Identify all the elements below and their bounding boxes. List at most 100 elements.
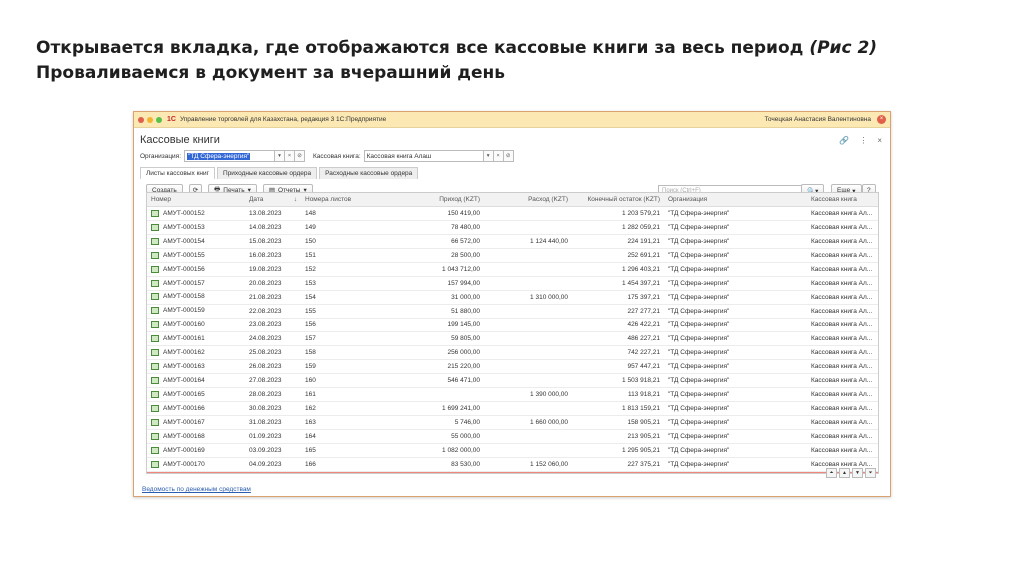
tab-incoming-orders[interactable]: Приходные кассовые ордера	[217, 167, 318, 179]
cell-value: 256 000,00	[447, 349, 480, 357]
table-cell: Кассовая книга Ал...	[807, 220, 878, 235]
table-cell	[484, 248, 572, 263]
maximize-dot-icon[interactable]	[156, 116, 162, 123]
cell-value: "ТД Сфера-энергия"	[668, 251, 730, 259]
table-row[interactable]: АМУТ-000157 20.08.2023 153 157 994,00 1 454 …	[147, 276, 878, 291]
table-cell	[484, 262, 572, 277]
org-clear-icon[interactable]: ×	[285, 150, 296, 162]
org-dropdown-icon[interactable]: ▾	[275, 150, 286, 162]
col-number[interactable]: Номер	[147, 193, 245, 207]
col-cash-book[interactable]: Кассовая книга	[807, 193, 878, 207]
table-row[interactable]: АМУТ-000156 19.08.2023 152 1 043 712,00 1 29…	[147, 262, 878, 277]
table-row[interactable]: АМУТ-000159 22.08.2023 155 51 880,00 227 277…	[147, 304, 878, 319]
table-cell: 24.08.2023	[245, 331, 301, 347]
table-cell: 151	[301, 248, 396, 263]
scroll-down-icon[interactable]: ▼	[852, 468, 863, 478]
scroll-top-icon[interactable]: ⏶	[826, 468, 837, 478]
table-row[interactable]: АМУТ-000168 01.09.2023 164 55 000,00 213 905…	[147, 429, 878, 444]
tabs-bar: Листы кассовых книг Приходные кассовые о…	[134, 167, 890, 179]
cell-value: 28 500,00	[451, 251, 480, 259]
table-pager: ⏶ ▲ ▼ ⏷	[826, 468, 876, 478]
table-cell: 150 419,00	[396, 206, 484, 221]
table-cell: Кассовая книга Ал...	[807, 345, 878, 361]
table-row[interactable]: АМУТ-000167 31.08.2023 163 5 746,00 1 660 00…	[147, 415, 878, 430]
form-title: Кассовые книги	[140, 134, 220, 146]
filters-row: Организация: "ТД Сфера-энергия" ▾ × ⊘ Кассо…	[134, 148, 890, 164]
table-row[interactable]: АМУТ-000164 27.08.2023 160 546 471,00 1 503 …	[147, 373, 878, 389]
cell-value: АМУТ-000153	[163, 224, 205, 232]
table-cell: 163	[301, 415, 396, 430]
book-field[interactable]: Кассовая книга Алаш	[363, 150, 484, 162]
document-icon	[151, 335, 159, 343]
table-cell: 162	[301, 401, 396, 417]
org-field[interactable]: "ТД Сфера-энергия"	[184, 150, 276, 162]
table-row[interactable]: АМУТ-000169 03.09.2023 165 1 082 000,00 1 29…	[147, 443, 878, 458]
tab-cash-book-sheets[interactable]: Листы кассовых книг	[140, 167, 216, 179]
table-row[interactable]: АМУТ-000154 15.08.2023 150 66 572,00 1 124 4…	[147, 234, 878, 249]
table-row[interactable]: АМУТ-000160 23.08.2023 156 199 145,00 426 42…	[147, 318, 878, 333]
tab-outgoing-orders[interactable]: Расходные кассовые ордера	[319, 167, 419, 179]
col-organization[interactable]: Организация	[664, 193, 807, 207]
more-icon[interactable]: ⋮	[859, 136, 867, 145]
table-cell: "ТД Сфера-энергия"	[664, 471, 807, 473]
slide-title: Открывается вкладка, где отображаются вс…	[36, 36, 877, 86]
cell-value: 28.08.2023	[249, 391, 282, 399]
book-label: Кассовая книга:	[313, 152, 361, 160]
current-user[interactable]: Точецкая Анастасия Валентиновна	[764, 116, 871, 123]
table-cell: 51 880,00	[396, 304, 484, 319]
cell-value: 1 454 397,21	[622, 279, 660, 287]
cell-value: 04.09.2023	[249, 460, 282, 468]
table-row[interactable]: АМУТ-000170 04.09.2023 166 83 530,00 1 152 0…	[147, 457, 878, 472]
form-header: Кассовые книги 🔗 ⋮ ×	[134, 128, 890, 148]
book-open-icon[interactable]: ⊘	[503, 150, 514, 162]
table-row[interactable]: АМУТ-00017108.09.2023167128 745,00 356 12…	[147, 471, 878, 473]
table-row[interactable]: АМУТ-000162 25.08.2023 158 256 000,00 742 22…	[147, 345, 878, 361]
table-row[interactable]: АМУТ-000165 28.08.2023 161 1 390 000,00 113 …	[147, 387, 878, 403]
cell-value: 1 310 000,00	[530, 293, 568, 301]
table-cell: 113 918,21	[572, 387, 664, 403]
table-cell: "ТД Сфера-энергия"	[664, 248, 807, 263]
cell-value: 1 660 000,00	[530, 419, 568, 427]
window-close-button[interactable]: ×	[877, 115, 886, 124]
scroll-bottom-icon[interactable]: ⏷	[865, 468, 876, 478]
table-row[interactable]: АМУТ-000158 21.08.2023 154 31 000,00 1 310 0…	[147, 290, 878, 305]
col-balance[interactable]: Конечный остаток (KZT)	[572, 193, 664, 207]
minimize-dot-icon[interactable]	[147, 116, 153, 123]
table-row[interactable]: АМУТ-000152 13.08.2023 148 150 419,00 1 203 …	[147, 206, 878, 221]
book-dropdown-icon[interactable]: ▾	[483, 150, 494, 162]
cell-value: "ТД Сфера-энергия"	[668, 446, 730, 454]
col-date[interactable]: Дата ↓	[245, 193, 301, 207]
table-row[interactable]: АМУТ-000161 24.08.2023 157 59 805,00 486 227…	[147, 331, 878, 347]
table-cell: "ТД Сфера-энергия"	[664, 443, 807, 458]
cell-value: АМУТ-000155	[163, 251, 205, 259]
org-open-icon[interactable]: ⊘	[295, 150, 306, 162]
table-cell: 16.08.2023	[245, 248, 301, 263]
cell-value: "ТД Сфера-энергия"	[668, 279, 730, 287]
table-row[interactable]: АМУТ-000163 26.08.2023 159 215 220,00 957 44…	[147, 359, 878, 375]
col-expense[interactable]: Расход (KZT)	[484, 193, 572, 207]
book-clear-icon[interactable]: ×	[493, 150, 504, 162]
col-date-label: Дата	[249, 196, 264, 203]
table-cell: АМУТ-000165	[147, 387, 245, 403]
cash-statement-link[interactable]: Ведомость по денежным средствам	[142, 486, 251, 493]
table-cell: Кассовая книга Ал...	[807, 248, 878, 263]
table-cell: 1 203 579,21	[572, 206, 664, 221]
table-cell: 28 500,00	[396, 248, 484, 263]
close-dot-icon[interactable]	[138, 116, 144, 123]
table-row[interactable]: АМУТ-000166 30.08.2023 162 1 699 241,00 1 81…	[147, 401, 878, 417]
col-sheet-numbers[interactable]: Номера листов	[301, 193, 396, 207]
link-icon[interactable]: 🔗	[839, 136, 849, 145]
table-cell: Кассовая книга Ал...	[807, 359, 878, 375]
table-cell: 1 390 000,00	[484, 387, 572, 403]
table-cell: 167	[301, 471, 396, 473]
table-cell: 157 994,00	[396, 276, 484, 291]
table-cell: 227 277,21	[572, 304, 664, 319]
scroll-up-icon[interactable]: ▲	[839, 468, 850, 478]
table-row[interactable]: АМУТ-000155 16.08.2023 151 28 500,00 252 691…	[147, 248, 878, 263]
table-cell: "ТД Сфера-энергия"	[664, 262, 807, 277]
col-income[interactable]: Приход (KZT)	[396, 193, 484, 207]
form-close-icon[interactable]: ×	[877, 136, 882, 145]
table-row[interactable]: АМУТ-000153 14.08.2023 149 78 480,00 1 282 0…	[147, 220, 878, 235]
table-cell	[484, 429, 572, 444]
table-cell: 23.08.2023	[245, 318, 301, 333]
